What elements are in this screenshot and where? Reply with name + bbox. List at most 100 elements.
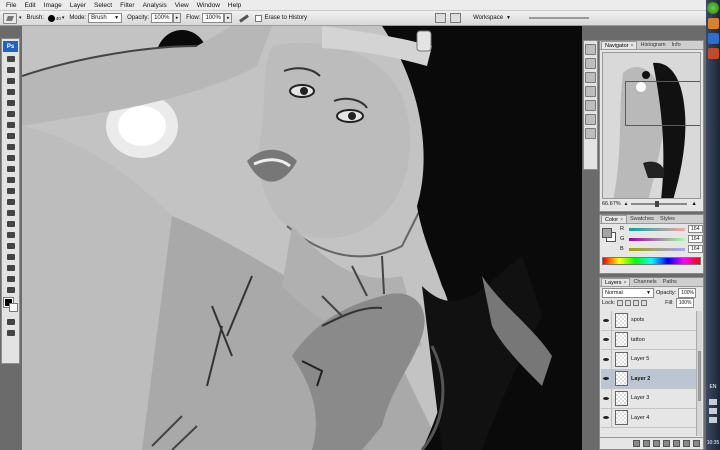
layer-list-scrollbar[interactable] — [696, 311, 702, 436]
zoom-out-icon[interactable]: ▴ — [625, 201, 628, 207]
tray-icon[interactable] — [709, 417, 717, 423]
eye-icon[interactable] — [601, 330, 612, 350]
airbrush-icon[interactable] — [238, 13, 250, 23]
lock-transparency-icon[interactable] — [617, 300, 624, 306]
eye-icon[interactable] — [601, 349, 612, 369]
workspace-button[interactable]: Workspace ▼ — [469, 13, 515, 23]
dodge-tool-icon[interactable] — [5, 198, 17, 206]
tab-histogram[interactable]: Histogram — [637, 41, 668, 49]
taskbar-photoshop-icon[interactable] — [707, 33, 719, 44]
layer-style-icon[interactable] — [643, 440, 650, 447]
new-group-icon[interactable] — [673, 440, 680, 447]
background-color-swatch[interactable] — [9, 303, 18, 312]
menu-image[interactable]: Image — [40, 0, 66, 11]
crop-tool-icon[interactable] — [5, 99, 17, 107]
erase-to-history-checkbox[interactable] — [255, 14, 263, 22]
layer-row-tattoo[interactable]: tattoo — [601, 330, 696, 350]
layer-mask-icon[interactable] — [653, 440, 660, 447]
blue-value[interactable]: 164 — [688, 245, 703, 253]
menu-help[interactable]: Help — [224, 0, 245, 11]
green-slider[interactable] — [628, 237, 686, 241]
clone-stamp-tool-icon[interactable] — [5, 143, 17, 151]
brush-preview-icon[interactable] — [47, 14, 55, 22]
fill-input[interactable]: 100% — [675, 298, 694, 308]
menu-analysis[interactable]: Analysis — [139, 0, 171, 11]
slice-tool-icon[interactable] — [5, 110, 17, 118]
close-icon[interactable]: × — [624, 280, 627, 286]
link-layers-icon[interactable] — [633, 440, 640, 447]
brush-tool-icon[interactable] — [5, 132, 17, 140]
tab-paths[interactable]: Paths — [660, 278, 680, 286]
quick-mask-icon[interactable] — [5, 318, 17, 326]
tab-channels[interactable]: Channels — [630, 278, 659, 286]
adjustment-layer-icon[interactable] — [663, 440, 670, 447]
menu-filter[interactable]: Filter — [116, 0, 138, 11]
menu-view[interactable]: View — [171, 0, 193, 11]
zoom-tool-icon[interactable] — [5, 286, 17, 294]
move-tool-icon[interactable] — [5, 55, 17, 63]
tray-icon[interactable] — [709, 408, 717, 414]
screen-mode-icon[interactable] — [5, 329, 17, 337]
zoom-in-icon[interactable]: ▲ — [691, 201, 696, 207]
opacity-input[interactable]: 100% — [151, 13, 174, 23]
history-panel-icon[interactable] — [585, 44, 596, 55]
lock-pixels-icon[interactable] — [625, 300, 632, 306]
menu-file[interactable]: File — [2, 0, 20, 11]
tab-styles[interactable]: Styles — [657, 215, 678, 223]
eraser-tool-icon[interactable] — [5, 165, 17, 173]
green-value[interactable]: 164 — [688, 235, 703, 243]
tab-swatches[interactable]: Swatches — [627, 215, 657, 223]
eraser-tool-preset-icon[interactable] — [3, 12, 17, 24]
tool-presets-icon[interactable] — [585, 72, 596, 83]
red-slider[interactable] — [628, 227, 686, 231]
healing-brush-tool-icon[interactable] — [5, 121, 17, 129]
language-indicator[interactable]: EN — [706, 384, 720, 390]
menu-layer[interactable]: Layer — [66, 0, 90, 11]
start-button-icon[interactable] — [707, 2, 719, 14]
layer-comps-icon[interactable] — [585, 86, 596, 97]
close-icon[interactable]: × — [631, 43, 634, 49]
document-mode-icon[interactable] — [450, 13, 462, 23]
paint-bucket-tool-icon[interactable] — [5, 176, 17, 184]
layer-opacity-input[interactable]: 100% — [678, 287, 697, 298]
opacity-slider-toggle[interactable]: ▸ — [173, 13, 182, 23]
flow-slider-toggle[interactable]: ▸ — [224, 13, 233, 23]
layer-row-layer-2[interactable]: Layer 2 — [601, 369, 696, 389]
paragraph-panel-icon[interactable] — [585, 114, 596, 125]
eye-icon[interactable] — [601, 311, 612, 330]
taskbar-app-icon[interactable] — [707, 48, 719, 59]
color-spectrum-ramp[interactable] — [602, 257, 701, 265]
mode-select[interactable]: Brush ▼ — [88, 13, 123, 23]
character-panel-icon[interactable] — [585, 100, 596, 111]
layer-row-layer-5[interactable]: Layer 5 — [601, 349, 696, 370]
red-value[interactable]: 164 — [688, 225, 703, 233]
shape-tool-icon[interactable] — [5, 242, 17, 250]
notes-tool-icon[interactable] — [5, 253, 17, 261]
close-icon[interactable]: × — [620, 217, 623, 223]
layer-row-layer-3[interactable]: Layer 3 — [601, 388, 696, 409]
tab-info[interactable]: Info — [669, 41, 684, 49]
new-layer-icon[interactable] — [683, 440, 690, 447]
photoshop-logo[interactable]: Ps — [3, 41, 18, 52]
menu-edit[interactable]: Edit — [20, 0, 39, 11]
history-brush-tool-icon[interactable] — [5, 154, 17, 162]
taskbar-app-icon[interactable] — [707, 18, 719, 29]
eyedropper-tool-icon[interactable] — [5, 264, 17, 272]
tab-layers[interactable]: Layers × — [601, 278, 631, 286]
marquee-tool-icon[interactable] — [5, 66, 17, 74]
magic-wand-tool-icon[interactable] — [5, 88, 17, 96]
brush-picker-arrow-icon[interactable]: ▾ — [62, 15, 65, 21]
flow-input[interactable]: 100% — [202, 13, 225, 23]
lasso-tool-icon[interactable] — [5, 77, 17, 85]
menu-window[interactable]: Window — [193, 0, 224, 11]
zoom-value[interactable]: 66.67% — [602, 201, 621, 207]
eye-icon[interactable] — [601, 388, 612, 408]
actions-panel-icon[interactable] — [585, 58, 596, 69]
eye-icon[interactable] — [601, 369, 612, 389]
lock-position-icon[interactable] — [633, 300, 640, 306]
brushes-panel-icon[interactable] — [585, 128, 596, 139]
zoom-slider[interactable] — [631, 201, 688, 207]
type-tool-icon[interactable] — [5, 220, 17, 228]
lock-all-icon[interactable] — [641, 300, 648, 306]
hand-tool-icon[interactable] — [5, 275, 17, 283]
